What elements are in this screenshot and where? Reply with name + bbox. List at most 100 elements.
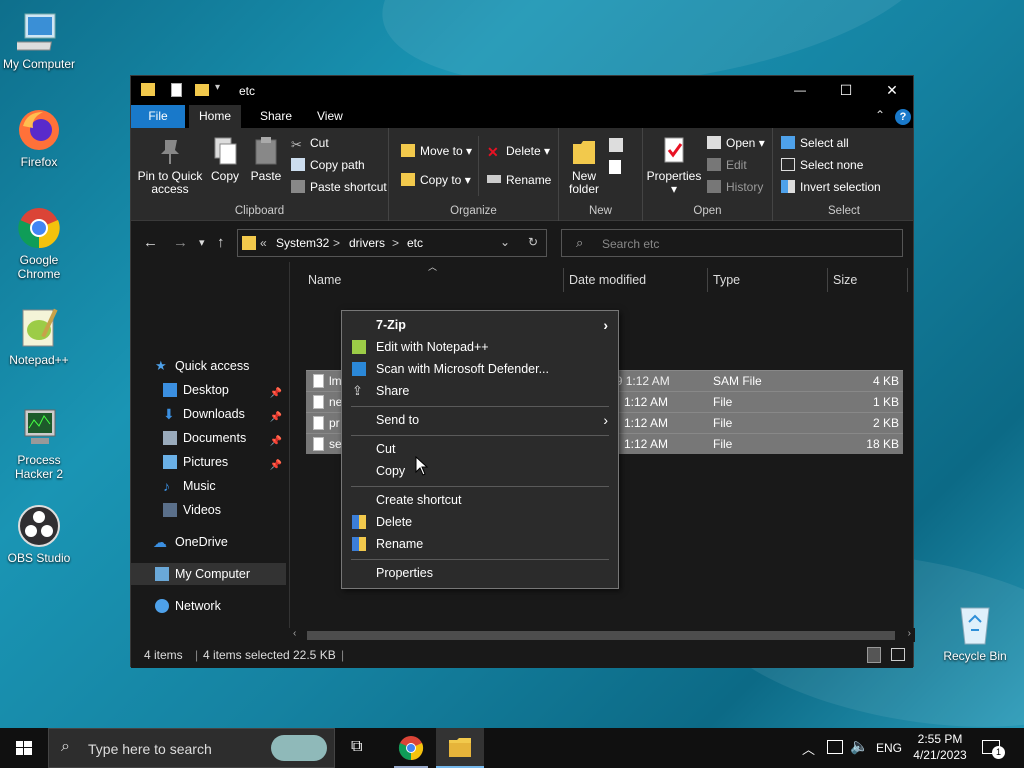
tab-view[interactable]: View xyxy=(305,105,355,128)
menu-item-7zip[interactable]: 7-Zip › xyxy=(342,314,618,336)
open-button[interactable]: Open ▾ xyxy=(707,134,765,152)
nav-item-music[interactable]: ♪ Music xyxy=(131,475,286,497)
paste-button[interactable]: Paste xyxy=(247,136,285,183)
invert-selection-button[interactable]: Invert selection xyxy=(781,178,881,196)
desktop-icon-process-hacker[interactable]: Process Hacker 2 xyxy=(1,406,77,481)
desktop-icon-obs[interactable]: OBS Studio xyxy=(1,504,77,565)
select-none-button[interactable]: Select none xyxy=(781,156,863,174)
breadcrumb-separator[interactable]: > xyxy=(392,236,399,250)
column-divider[interactable] xyxy=(827,268,828,292)
tab-file[interactable]: File xyxy=(131,105,185,128)
nav-item-videos[interactable]: Videos xyxy=(131,499,286,521)
minimize-button[interactable]: — xyxy=(777,76,823,105)
rename-button[interactable]: Rename xyxy=(487,171,551,189)
show-hidden-icons-button[interactable]: ︿ xyxy=(802,739,815,758)
desktop-icon-recycle-bin[interactable]: Recycle Bin xyxy=(937,602,1013,663)
delete-button[interactable]: ✕ Delete ▾ xyxy=(487,142,550,160)
menu-item-send-to[interactable]: Send to › xyxy=(342,409,618,431)
taskbar-explorer-button[interactable] xyxy=(436,728,484,768)
action-center-button[interactable]: 1 xyxy=(982,738,1005,759)
column-header-size[interactable]: Size xyxy=(833,268,857,292)
properties-qat-icon[interactable] xyxy=(171,83,182,97)
task-view-button[interactable]: ⧉ xyxy=(343,728,379,768)
search-box[interactable]: ⌕ Search etc xyxy=(561,229,903,257)
nav-item-documents[interactable]: Documents 📌 xyxy=(131,427,286,449)
nav-item-downloads[interactable]: ⬇ Downloads 📌 xyxy=(131,403,286,425)
breadcrumb-etc[interactable]: etc xyxy=(407,236,423,250)
taskbar-chrome-button[interactable] xyxy=(390,728,432,768)
clock[interactable]: 2:55 PM 4/21/2023 xyxy=(906,731,974,763)
desktop-icon-notepadpp[interactable]: Notepad++ xyxy=(1,306,77,367)
menu-item-properties[interactable]: Properties xyxy=(342,562,618,584)
address-bar[interactable]: « System32 > drivers > etc ⌄ ↻ xyxy=(237,229,547,257)
copy-path-button[interactable]: Copy path xyxy=(291,156,365,174)
menu-item-scan-defender[interactable]: Scan with Microsoft Defender... xyxy=(342,358,618,380)
volume-tray-icon[interactable]: 🔈 xyxy=(850,737,869,755)
edit-button[interactable]: Edit xyxy=(707,156,747,174)
customize-qat-icon[interactable]: ▾ xyxy=(215,82,220,93)
breadcrumb-drivers[interactable]: drivers xyxy=(349,236,385,250)
new-folder-button[interactable]: New folder xyxy=(563,136,605,196)
column-divider[interactable] xyxy=(707,268,708,292)
pin-icon[interactable]: 📌 xyxy=(270,407,282,429)
tab-share[interactable]: Share xyxy=(248,105,304,128)
title-bar[interactable]: ▾ etc — ☐ ✕ xyxy=(131,76,913,105)
menu-item-edit-notepadpp[interactable]: Edit with Notepad++ xyxy=(342,336,618,358)
menu-item-delete[interactable]: Delete xyxy=(342,511,618,533)
address-dropdown-icon[interactable]: ⌄ xyxy=(500,235,510,249)
taskbar-search-box[interactable]: ⌕ Type here to search xyxy=(48,728,335,768)
up-arrow-icon[interactable]: ↑ xyxy=(217,234,225,251)
recent-locations-icon[interactable]: ▾ xyxy=(199,236,205,249)
pin-icon[interactable]: 📌 xyxy=(270,383,282,405)
maximize-button[interactable]: ☐ xyxy=(823,76,869,105)
desktop-icon-my-computer[interactable]: My Computer xyxy=(1,10,77,71)
menu-item-copy[interactable]: Copy xyxy=(342,460,618,482)
horizontal-scrollbar[interactable]: ‹ › xyxy=(289,628,915,642)
new-folder-qat-icon[interactable] xyxy=(195,84,209,96)
menu-item-cut[interactable]: Cut xyxy=(342,438,618,460)
move-to-button[interactable]: Move to ▾ xyxy=(401,142,472,160)
language-indicator[interactable]: ENG xyxy=(876,741,902,755)
select-all-button[interactable]: Select all xyxy=(781,134,849,152)
desktop-icon-chrome[interactable]: Google Chrome xyxy=(1,206,77,281)
nav-item-quick-access[interactable]: ★ Quick access xyxy=(131,355,286,377)
pin-quick-access-button[interactable]: Pin to Quick access xyxy=(137,136,203,196)
breadcrumb-system32[interactable]: System32 xyxy=(276,236,329,250)
forward-arrow-icon[interactable]: → xyxy=(173,234,188,251)
back-arrow-icon[interactable]: ← xyxy=(143,234,158,251)
nav-item-pictures[interactable]: Pictures 📌 xyxy=(131,451,286,473)
column-divider[interactable] xyxy=(907,268,908,292)
pin-icon[interactable]: 📌 xyxy=(270,455,282,477)
start-button[interactable] xyxy=(0,728,48,768)
tab-home[interactable]: Home xyxy=(189,105,241,128)
history-button[interactable]: History xyxy=(707,178,763,196)
details-view-icon[interactable] xyxy=(867,647,881,663)
breadcrumb-overflow[interactable]: « xyxy=(260,236,267,250)
column-header-date[interactable]: Date modified xyxy=(569,268,646,292)
desktop-icon-firefox[interactable]: Firefox xyxy=(1,108,77,169)
refresh-icon[interactable]: ↻ xyxy=(528,235,538,249)
column-divider[interactable] xyxy=(563,268,564,292)
column-header-name[interactable]: Name xyxy=(308,268,341,292)
close-button[interactable]: ✕ xyxy=(869,76,915,105)
menu-item-create-shortcut[interactable]: Create shortcut xyxy=(342,489,618,511)
nav-item-my-computer[interactable]: My Computer xyxy=(131,563,286,585)
scroll-right-icon[interactable]: › xyxy=(908,628,911,639)
menu-item-rename[interactable]: Rename xyxy=(342,533,618,555)
nav-item-desktop[interactable]: Desktop 📌 xyxy=(131,379,286,401)
properties-button[interactable]: Properties ▾ xyxy=(645,136,703,196)
menu-item-share[interactable]: ⇪ Share xyxy=(342,380,618,402)
nav-item-onedrive[interactable]: ☁ OneDrive xyxy=(131,531,286,553)
column-header-type[interactable]: Type xyxy=(713,268,740,292)
scroll-left-icon[interactable]: ‹ xyxy=(293,628,296,639)
network-tray-icon[interactable] xyxy=(827,740,843,754)
new-item-icon[interactable] xyxy=(609,138,623,152)
scrollbar-thumb[interactable] xyxy=(307,631,895,640)
help-icon[interactable]: ? xyxy=(895,109,911,125)
pin-icon[interactable]: 📌 xyxy=(270,431,282,453)
breadcrumb-separator[interactable]: > xyxy=(333,236,340,250)
copy-button[interactable]: Copy xyxy=(205,136,245,183)
easy-access-icon[interactable] xyxy=(609,160,621,174)
large-icons-view-icon[interactable] xyxy=(891,648,905,661)
cut-button[interactable]: ✂ Cut xyxy=(291,134,329,152)
